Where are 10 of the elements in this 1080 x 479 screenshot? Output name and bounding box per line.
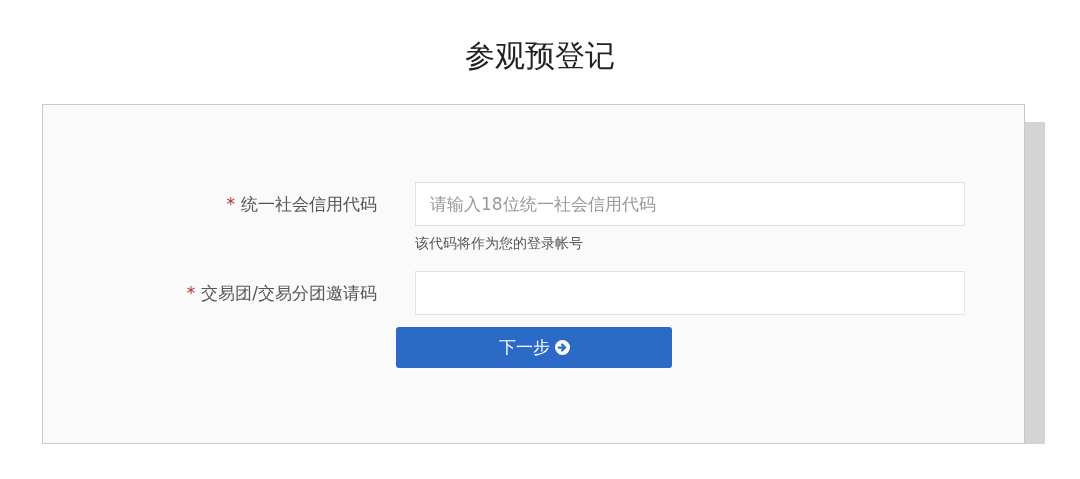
arrow-circle-icon <box>554 340 570 355</box>
field-label: 统一社会信用代码 <box>241 192 377 216</box>
field-hint: 该代码将作为您的登录帐号 <box>415 235 584 253</box>
page-title: 参观预登记 <box>465 37 615 75</box>
required-mark: * <box>186 283 196 303</box>
field-label: 交易团/交易分团邀请码 <box>201 281 377 305</box>
input-field[interactable]: 请输入18位统一社会信用代码 <box>415 182 965 226</box>
input-field[interactable] <box>415 271 965 315</box>
next-button[interactable]: 下一步 <box>396 327 672 368</box>
required-mark: * <box>226 194 235 214</box>
